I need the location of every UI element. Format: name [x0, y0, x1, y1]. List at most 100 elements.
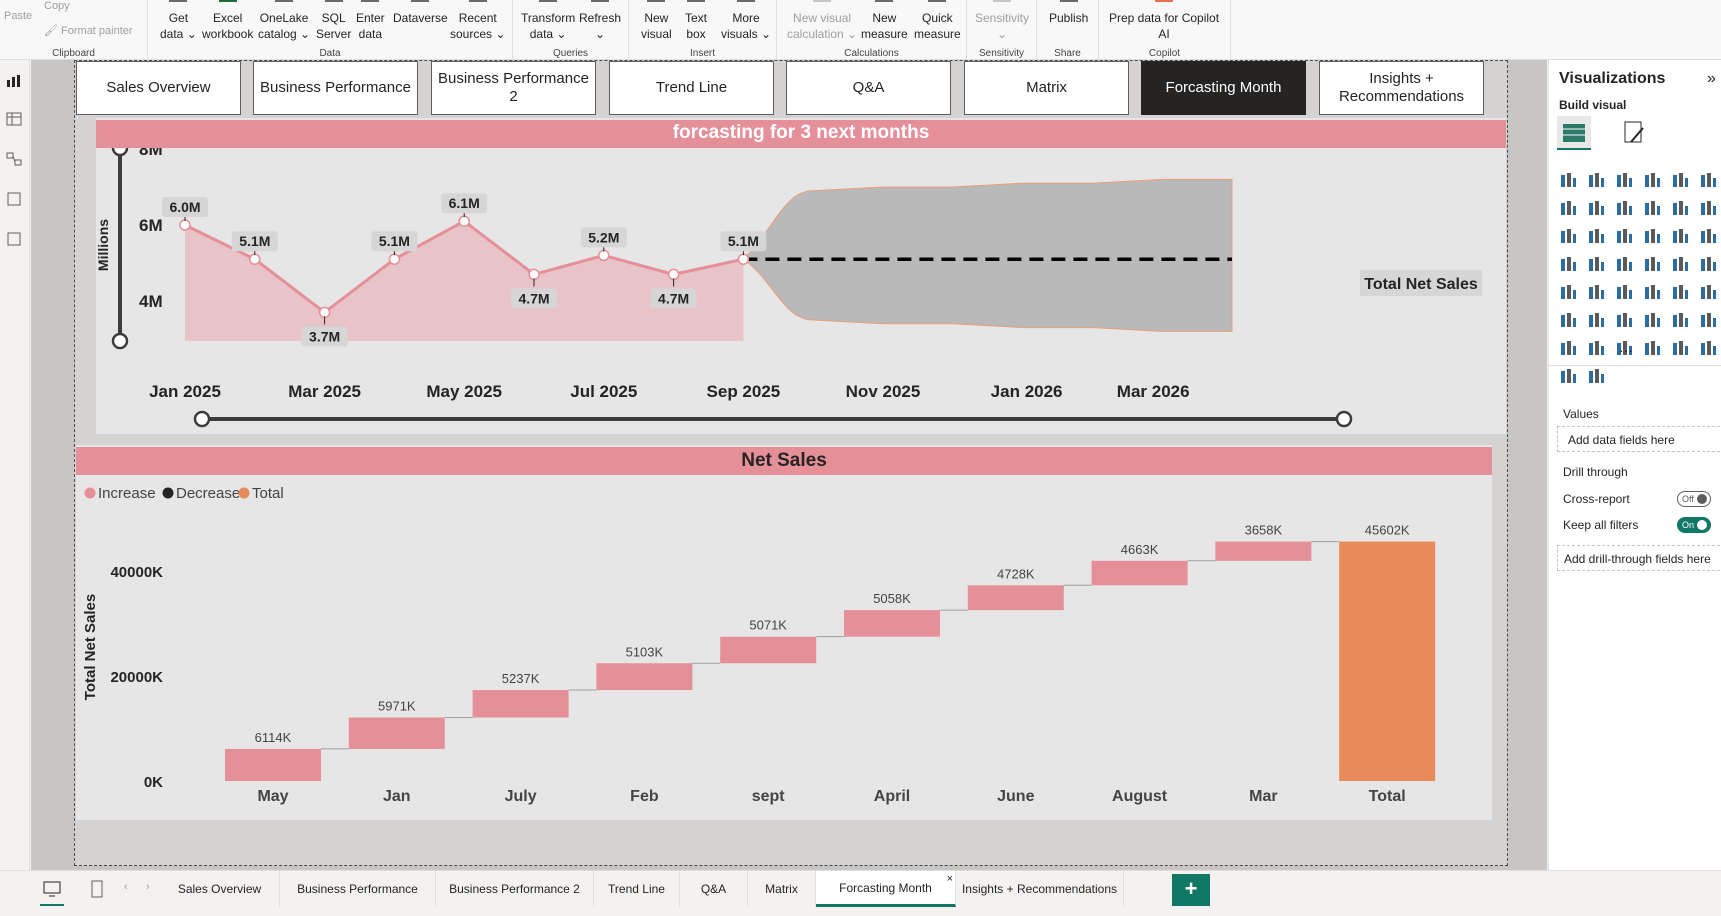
card-icon[interactable] — [1699, 255, 1717, 273]
format-visual-tab[interactable] — [1617, 116, 1651, 150]
slicer-icon[interactable] — [1615, 283, 1633, 301]
nav-trend-line[interactable]: Trend Line — [609, 61, 774, 115]
mobile-layout-icon[interactable] — [90, 879, 104, 899]
get-data-button[interactable]: Get data ⌄ — [160, 0, 197, 42]
dax-query-view-icon[interactable] — [6, 192, 22, 206]
line-clustered-column-icon[interactable] — [1671, 199, 1689, 217]
cross-report-toggle[interactable]: Off — [1677, 491, 1711, 507]
next-tab-icon[interactable]: › — [146, 881, 150, 893]
kpi-icon[interactable] — [1587, 283, 1605, 301]
paginated-report-icon[interactable] — [1559, 339, 1577, 357]
treemap-icon[interactable] — [1559, 255, 1577, 273]
clustered-bar-chart-icon[interactable] — [1615, 171, 1633, 189]
page-tab[interactable]: Business Performance — [280, 871, 436, 907]
tmdl-view-icon[interactable] — [6, 232, 22, 246]
fabric-icon[interactable] — [1559, 367, 1577, 385]
qa-icon[interactable] — [1643, 311, 1661, 329]
map-icon[interactable] — [1587, 255, 1605, 273]
button-slicer-icon[interactable] — [1699, 339, 1717, 357]
transform-data-button[interactable]: Transform data ⌄ — [521, 0, 575, 42]
page-tab[interactable]: Q&A — [680, 871, 748, 907]
matrix-icon[interactable] — [1671, 283, 1689, 301]
donut-chart-icon[interactable] — [1699, 227, 1717, 245]
stacked-bar-chart-icon[interactable] — [1559, 171, 1577, 189]
key-influencers-icon[interactable] — [1587, 311, 1605, 329]
nav-business-performance[interactable]: Business Performance — [253, 61, 418, 115]
stacked-area-icon[interactable] — [1615, 199, 1633, 217]
text-box-button[interactable]: Text box — [685, 0, 707, 42]
nav-business-performance-2[interactable]: Business Performance 2 — [431, 61, 596, 115]
model-view-icon[interactable] — [6, 152, 22, 166]
new-visual-calculation-button[interactable]: New visual calculation ⌄ — [787, 0, 857, 42]
clustered-column-chart-icon[interactable] — [1643, 171, 1661, 189]
new-visual-button[interactable]: New visual — [641, 0, 672, 42]
nav-insights-recommendations[interactable]: Insights + Recommendations — [1319, 61, 1484, 115]
drill-through-field-well[interactable]: Add drill-through fields here — [1557, 545, 1721, 571]
page-tab[interactable]: Trend Line — [594, 871, 680, 907]
ribbon-chart-icon[interactable] — [1559, 227, 1577, 245]
waterfall-chart-icon[interactable] — [1587, 227, 1605, 245]
recent-sources-button[interactable]: Recent sources ⌄ — [450, 0, 505, 42]
quick-measure-button[interactable]: Quick measure — [914, 0, 961, 42]
format-painter-button[interactable]: 🖌 Format painter — [44, 24, 133, 37]
prep-data-copilot-button[interactable]: Prep data for Copilot AI — [1109, 0, 1219, 42]
decomposition-tree-icon[interactable] — [1615, 311, 1633, 329]
keep-filters-toggle[interactable]: On — [1677, 517, 1711, 533]
report-view-icon[interactable] — [6, 74, 22, 88]
page-tab[interactable]: Forcasting Month × — [816, 871, 956, 907]
100-stacked-column-icon[interactable] — [1699, 171, 1717, 189]
waterfall-chart[interactable]: Increase Decrease Total Total Net Sales 4000… — [76, 475, 1492, 820]
prev-tab-icon[interactable]: ‹ — [124, 881, 128, 893]
publish-button[interactable]: Publish — [1049, 0, 1088, 26]
new-card-icon[interactable] — [1643, 339, 1661, 357]
page-tab[interactable]: Matrix — [748, 871, 816, 907]
nav-sales-overview[interactable]: Sales Overview — [76, 61, 241, 115]
line-chart-icon[interactable] — [1559, 199, 1577, 217]
refresh-button[interactable]: Refresh ⌄ — [579, 0, 621, 42]
area-chart-icon[interactable] — [1587, 199, 1605, 217]
new-measure-button[interactable]: New measure — [861, 0, 908, 42]
gauge-icon[interactable] — [1671, 255, 1689, 273]
copy-button[interactable]: Copy — [44, 0, 70, 12]
page-tab[interactable]: Business Performance 2 — [436, 871, 594, 907]
sensitivity-button[interactable]: Sensitivity ⌄ — [975, 0, 1029, 42]
r-visual-icon[interactable] — [1699, 283, 1717, 301]
funnel-chart-icon[interactable] — [1615, 227, 1633, 245]
enter-data-button[interactable]: Enter data — [356, 0, 385, 42]
goals-icon[interactable] — [1699, 311, 1717, 329]
excel-workbook-button[interactable]: Excel workbook — [202, 0, 253, 42]
power-apps-icon[interactable] — [1587, 339, 1605, 357]
paste-button[interactable]: Paste — [4, 10, 32, 22]
python-visual-icon[interactable] — [1559, 311, 1577, 329]
onelake-catalog-button[interactable]: OneLake catalog ⌄ — [258, 0, 310, 42]
nav-qa[interactable]: Q&A — [786, 61, 951, 115]
page-tab[interactable]: Sales Overview — [160, 871, 280, 907]
page-tab[interactable]: Insights + Recommendations — [956, 871, 1124, 907]
line-stacked-column-icon[interactable] — [1699, 199, 1717, 217]
100-stacked-bar-icon[interactable] — [1671, 171, 1689, 189]
sql-server-button[interactable]: SQL Server — [316, 0, 351, 42]
filled-map-icon[interactable] — [1615, 255, 1633, 273]
dataverse-button[interactable]: Dataverse — [393, 0, 448, 26]
add-page-button[interactable]: + — [1172, 874, 1210, 906]
close-tab-icon[interactable]: × — [947, 873, 953, 885]
nav-forcasting-month[interactable]: Forcasting Month — [1141, 61, 1306, 115]
data-activator-icon[interactable] — [1587, 367, 1605, 385]
build-visual-tab[interactable] — [1557, 116, 1591, 150]
more-visuals-button[interactable]: More visuals ⌄ — [721, 0, 771, 42]
desktop-layout-icon[interactable] — [42, 879, 62, 899]
table-icon[interactable] — [1643, 283, 1661, 301]
scatter-chart-icon[interactable] — [1643, 227, 1661, 245]
collapse-pane-icon[interactable]: » — [1707, 70, 1716, 88]
multi-row-card-icon[interactable] — [1559, 283, 1577, 301]
values-field-well[interactable]: Add data fields here — [1557, 426, 1721, 452]
nav-matrix[interactable]: Matrix — [964, 61, 1129, 115]
stacked-column-chart-icon[interactable] — [1587, 171, 1605, 189]
100-stacked-area-icon[interactable] — [1643, 199, 1661, 217]
narrative-icon[interactable] — [1671, 311, 1689, 329]
new-slicer-icon[interactable] — [1671, 339, 1689, 357]
azure-map-icon[interactable] — [1643, 255, 1661, 273]
more-visuals-icon[interactable]: ··· — [1619, 342, 1633, 358]
table-view-icon[interactable] — [6, 112, 22, 126]
forecast-chart[interactable]: Millions 8M 6M 4M 6.0M 5.1M 3.7M 5.1M 6.1M 4.7M 5.… — [96, 148, 1506, 434]
